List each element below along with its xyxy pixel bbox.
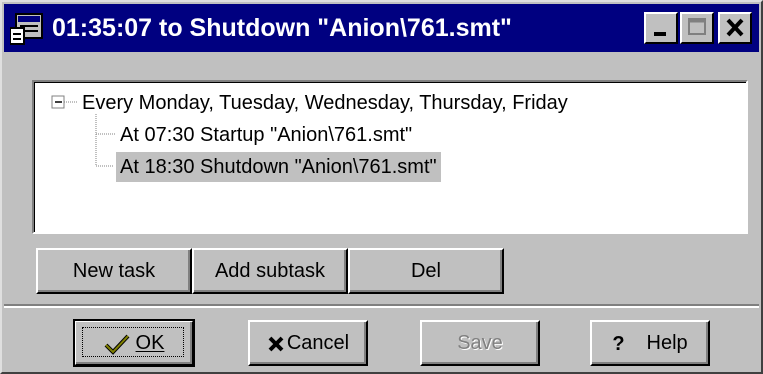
minimize-icon (654, 32, 666, 36)
scheduler-dialog: 01:35:07 to Shutdown "Anion\761.smt" Eve… (0, 0, 763, 374)
schedule-tree[interactable]: Every Monday, Tuesday, Wednesday, Thursd… (32, 80, 748, 234)
separator (4, 304, 759, 308)
cancel-x-icon (268, 336, 284, 352)
cancel-label-wrap: Cancel (267, 332, 349, 354)
save-button-disabled[interactable]: Save (420, 320, 540, 366)
app-icon (10, 13, 43, 45)
ok-button[interactable]: OK (73, 319, 195, 367)
help-question-icon: ? (612, 332, 625, 355)
ok-label: OK (135, 332, 165, 354)
help-label-wrap: ? Help (612, 332, 688, 355)
add-subtask-button[interactable]: Add subtask (192, 248, 348, 294)
new-task-button[interactable]: New task (36, 248, 192, 294)
title-bar[interactable]: 01:35:07 to Shutdown "Anion\761.smt" (4, 4, 759, 52)
checkmark-icon (104, 334, 130, 355)
ok-label-wrap: OK (104, 332, 165, 355)
maximize-button[interactable] (680, 12, 714, 44)
window-title: 01:35:07 to Shutdown "Anion\761.smt" (52, 14, 512, 42)
close-button[interactable] (718, 12, 752, 44)
tree-item-shutdown-selected[interactable]: At 18:30 Shutdown "Anion\761.smt" (116, 152, 441, 182)
cancel-button[interactable]: Cancel (248, 320, 368, 366)
maximize-icon (688, 18, 706, 35)
close-icon (726, 18, 744, 37)
help-label: Help (646, 332, 688, 354)
cancel-label: Cancel (286, 332, 350, 354)
minimize-button[interactable] (644, 12, 678, 44)
tree-item-root[interactable]: Every Monday, Tuesday, Wednesday, Thursd… (82, 88, 568, 118)
tree-item-startup[interactable]: At 07:30 Startup "Anion\761.smt" (120, 120, 412, 150)
delete-button[interactable]: Del (348, 248, 504, 294)
help-button[interactable]: ? Help (590, 320, 710, 366)
